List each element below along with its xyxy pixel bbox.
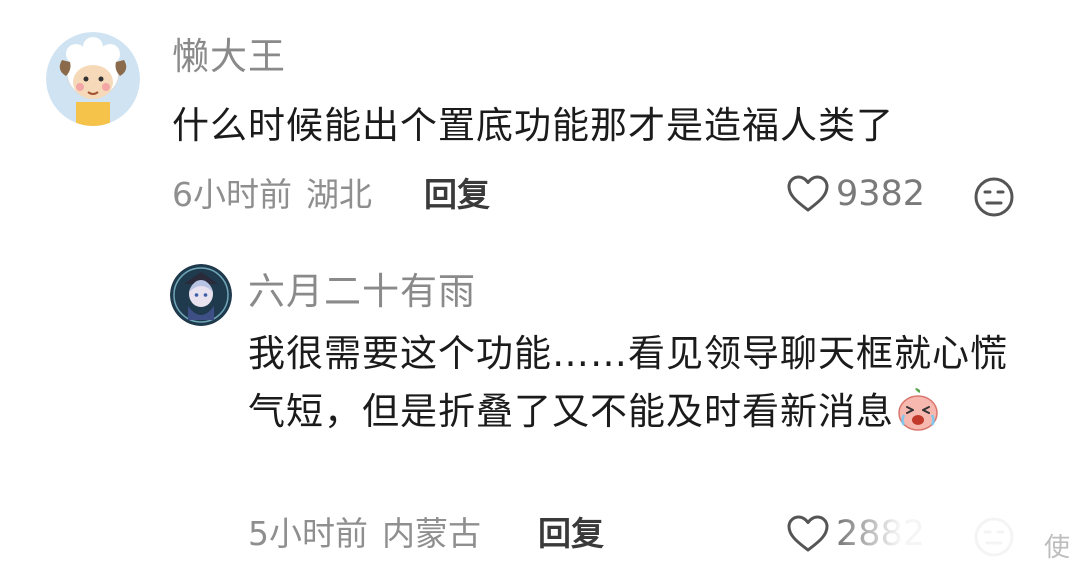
crying-peach-emoji: [898, 388, 938, 431]
dislike-button[interactable]: [972, 515, 1016, 559]
comment-username[interactable]: 六月二十有雨: [248, 273, 476, 310]
watermark-text: 使: [1043, 533, 1070, 563]
comment-text: 什么时候能出个置底功能那才是造福人类了: [172, 104, 894, 147]
like-count: 9382: [836, 173, 926, 214]
comment-meta: 6小时前 湖北: [172, 178, 372, 211]
comment-username[interactable]: 懒大王: [172, 38, 286, 75]
reply-button[interactable]: 回复: [424, 178, 490, 211]
anime-girl-avatar-icon: [170, 264, 232, 326]
dislike-face-icon: [974, 517, 1014, 557]
comment-meta: 5小时前 内蒙古: [248, 517, 481, 550]
dislike-face-icon: [974, 177, 1014, 217]
comment-text-body: 我很需要这个功能……看见领导聊天框就心慌气短，但是折叠了又不能及时看新消息: [248, 332, 1008, 433]
heart-icon: [787, 515, 829, 552]
heart-icon: [787, 175, 829, 212]
user-avatar[interactable]: [46, 32, 140, 126]
sheep-avatar-icon: [46, 32, 140, 126]
comment-thread: 懒大王 什么时候能出个置底功能那才是造福人类了 6小时前湖北 回复 9382: [0, 0, 1080, 578]
reply-button[interactable]: 回复: [538, 517, 604, 550]
comment-time: 5小时前: [248, 514, 368, 553]
comment-text: 我很需要这个功能……看见领导聊天框就心慌气短，但是折叠了又不能及时看新消息: [248, 325, 1018, 441]
like-button[interactable]: 2882: [786, 512, 925, 556]
comment-location: 湖北: [306, 175, 372, 214]
dislike-button[interactable]: [972, 175, 1016, 219]
user-avatar[interactable]: [170, 264, 232, 326]
like-button[interactable]: 9382: [786, 172, 925, 216]
comment-location: 内蒙古: [382, 514, 481, 553]
comment-time: 6小时前: [172, 175, 292, 214]
like-count: 2882: [836, 513, 926, 554]
